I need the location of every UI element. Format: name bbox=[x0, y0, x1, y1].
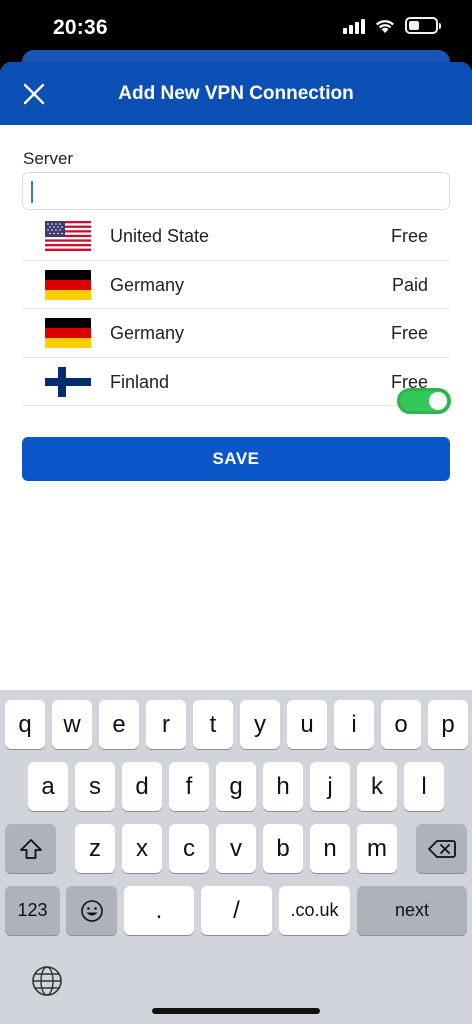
key-a[interactable]: a bbox=[28, 762, 68, 811]
server-option-germany-free[interactable]: Germany Free bbox=[22, 309, 450, 358]
us-flag-icon bbox=[45, 221, 91, 251]
backspace-icon bbox=[427, 839, 456, 858]
server-name: Germany bbox=[110, 323, 185, 343]
key-d[interactable]: d bbox=[122, 762, 162, 811]
server-tier: Free bbox=[390, 323, 428, 343]
shift-icon bbox=[19, 838, 42, 859]
key-x[interactable]: x bbox=[122, 824, 162, 873]
key-r[interactable]: r bbox=[146, 700, 186, 749]
key-u[interactable]: u bbox=[287, 700, 327, 749]
home-indicator bbox=[152, 1008, 320, 1014]
key-y[interactable]: y bbox=[240, 700, 280, 749]
wifi-icon bbox=[376, 19, 394, 33]
de-flag-icon bbox=[45, 269, 91, 300]
server-label: Server bbox=[23, 149, 74, 168]
server-option-germany-paid[interactable]: Germany Paid bbox=[22, 261, 450, 309]
status-bar: 20:36 bbox=[0, 0, 472, 56]
next-key[interactable]: next bbox=[357, 886, 467, 935]
key-o[interactable]: o bbox=[381, 700, 421, 749]
key-t[interactable]: t bbox=[193, 700, 233, 749]
page-title: Add New VPN Connection bbox=[118, 83, 354, 104]
server-input[interactable] bbox=[22, 172, 450, 210]
domain-key[interactable]: .co.uk bbox=[279, 886, 350, 935]
key-b[interactable]: b bbox=[263, 824, 303, 873]
on-screen-keyboard: q w e r t y u i o p a s d f g h j k l z … bbox=[0, 690, 472, 1024]
globe-key[interactable] bbox=[30, 964, 64, 998]
key-n[interactable]: n bbox=[310, 824, 350, 873]
key-g[interactable]: g bbox=[216, 762, 256, 811]
status-icons bbox=[343, 17, 441, 34]
key-e[interactable]: e bbox=[99, 700, 139, 749]
server-name: United State bbox=[110, 226, 210, 246]
globe-icon bbox=[32, 966, 62, 996]
key-p[interactable]: p bbox=[428, 700, 468, 749]
cellular-signal-icon bbox=[343, 18, 365, 34]
key-j[interactable]: j bbox=[310, 762, 350, 811]
vpn-toggle[interactable] bbox=[397, 388, 451, 414]
key-f[interactable]: f bbox=[169, 762, 209, 811]
server-tier: Paid bbox=[391, 274, 428, 295]
server-option-united-states[interactable]: United State Free bbox=[22, 212, 450, 261]
server-option-finland[interactable]: Finland Free bbox=[22, 358, 450, 406]
key-i[interactable]: i bbox=[334, 700, 374, 749]
backspace-key[interactable] bbox=[416, 824, 467, 873]
key-c[interactable]: c bbox=[169, 824, 209, 873]
key-h[interactable]: h bbox=[263, 762, 303, 811]
dot-key[interactable]: . bbox=[124, 886, 194, 935]
key-w[interactable]: w bbox=[52, 700, 92, 749]
key-s[interactable]: s bbox=[75, 762, 115, 811]
key-k[interactable]: k bbox=[357, 762, 397, 811]
key-m[interactable]: m bbox=[357, 824, 397, 873]
toggle-knob bbox=[429, 392, 447, 410]
server-name: Germany bbox=[110, 274, 185, 295]
key-q[interactable]: q bbox=[5, 700, 45, 749]
shift-key[interactable] bbox=[5, 824, 56, 873]
server-tier: Free bbox=[390, 226, 428, 246]
status-time: 20:36 bbox=[53, 16, 108, 39]
emoji-icon bbox=[80, 899, 103, 922]
key-v[interactable]: v bbox=[216, 824, 256, 873]
sheet-header: Add New VPN Connection bbox=[0, 62, 472, 125]
save-button[interactable]: SAVE bbox=[22, 437, 450, 481]
server-suggestion-list: United State Free Germany Paid Germany F… bbox=[22, 212, 450, 406]
de-flag-icon bbox=[45, 318, 91, 348]
slash-key[interactable]: / bbox=[201, 886, 272, 935]
text-caret bbox=[31, 181, 33, 203]
fi-flag-icon bbox=[45, 366, 91, 397]
key-z[interactable]: z bbox=[75, 824, 115, 873]
numbers-key[interactable]: 123 bbox=[5, 886, 60, 935]
key-l[interactable]: l bbox=[404, 762, 444, 811]
battery-icon bbox=[405, 17, 441, 34]
server-name: Finland bbox=[110, 371, 170, 392]
emoji-key[interactable] bbox=[66, 886, 117, 935]
